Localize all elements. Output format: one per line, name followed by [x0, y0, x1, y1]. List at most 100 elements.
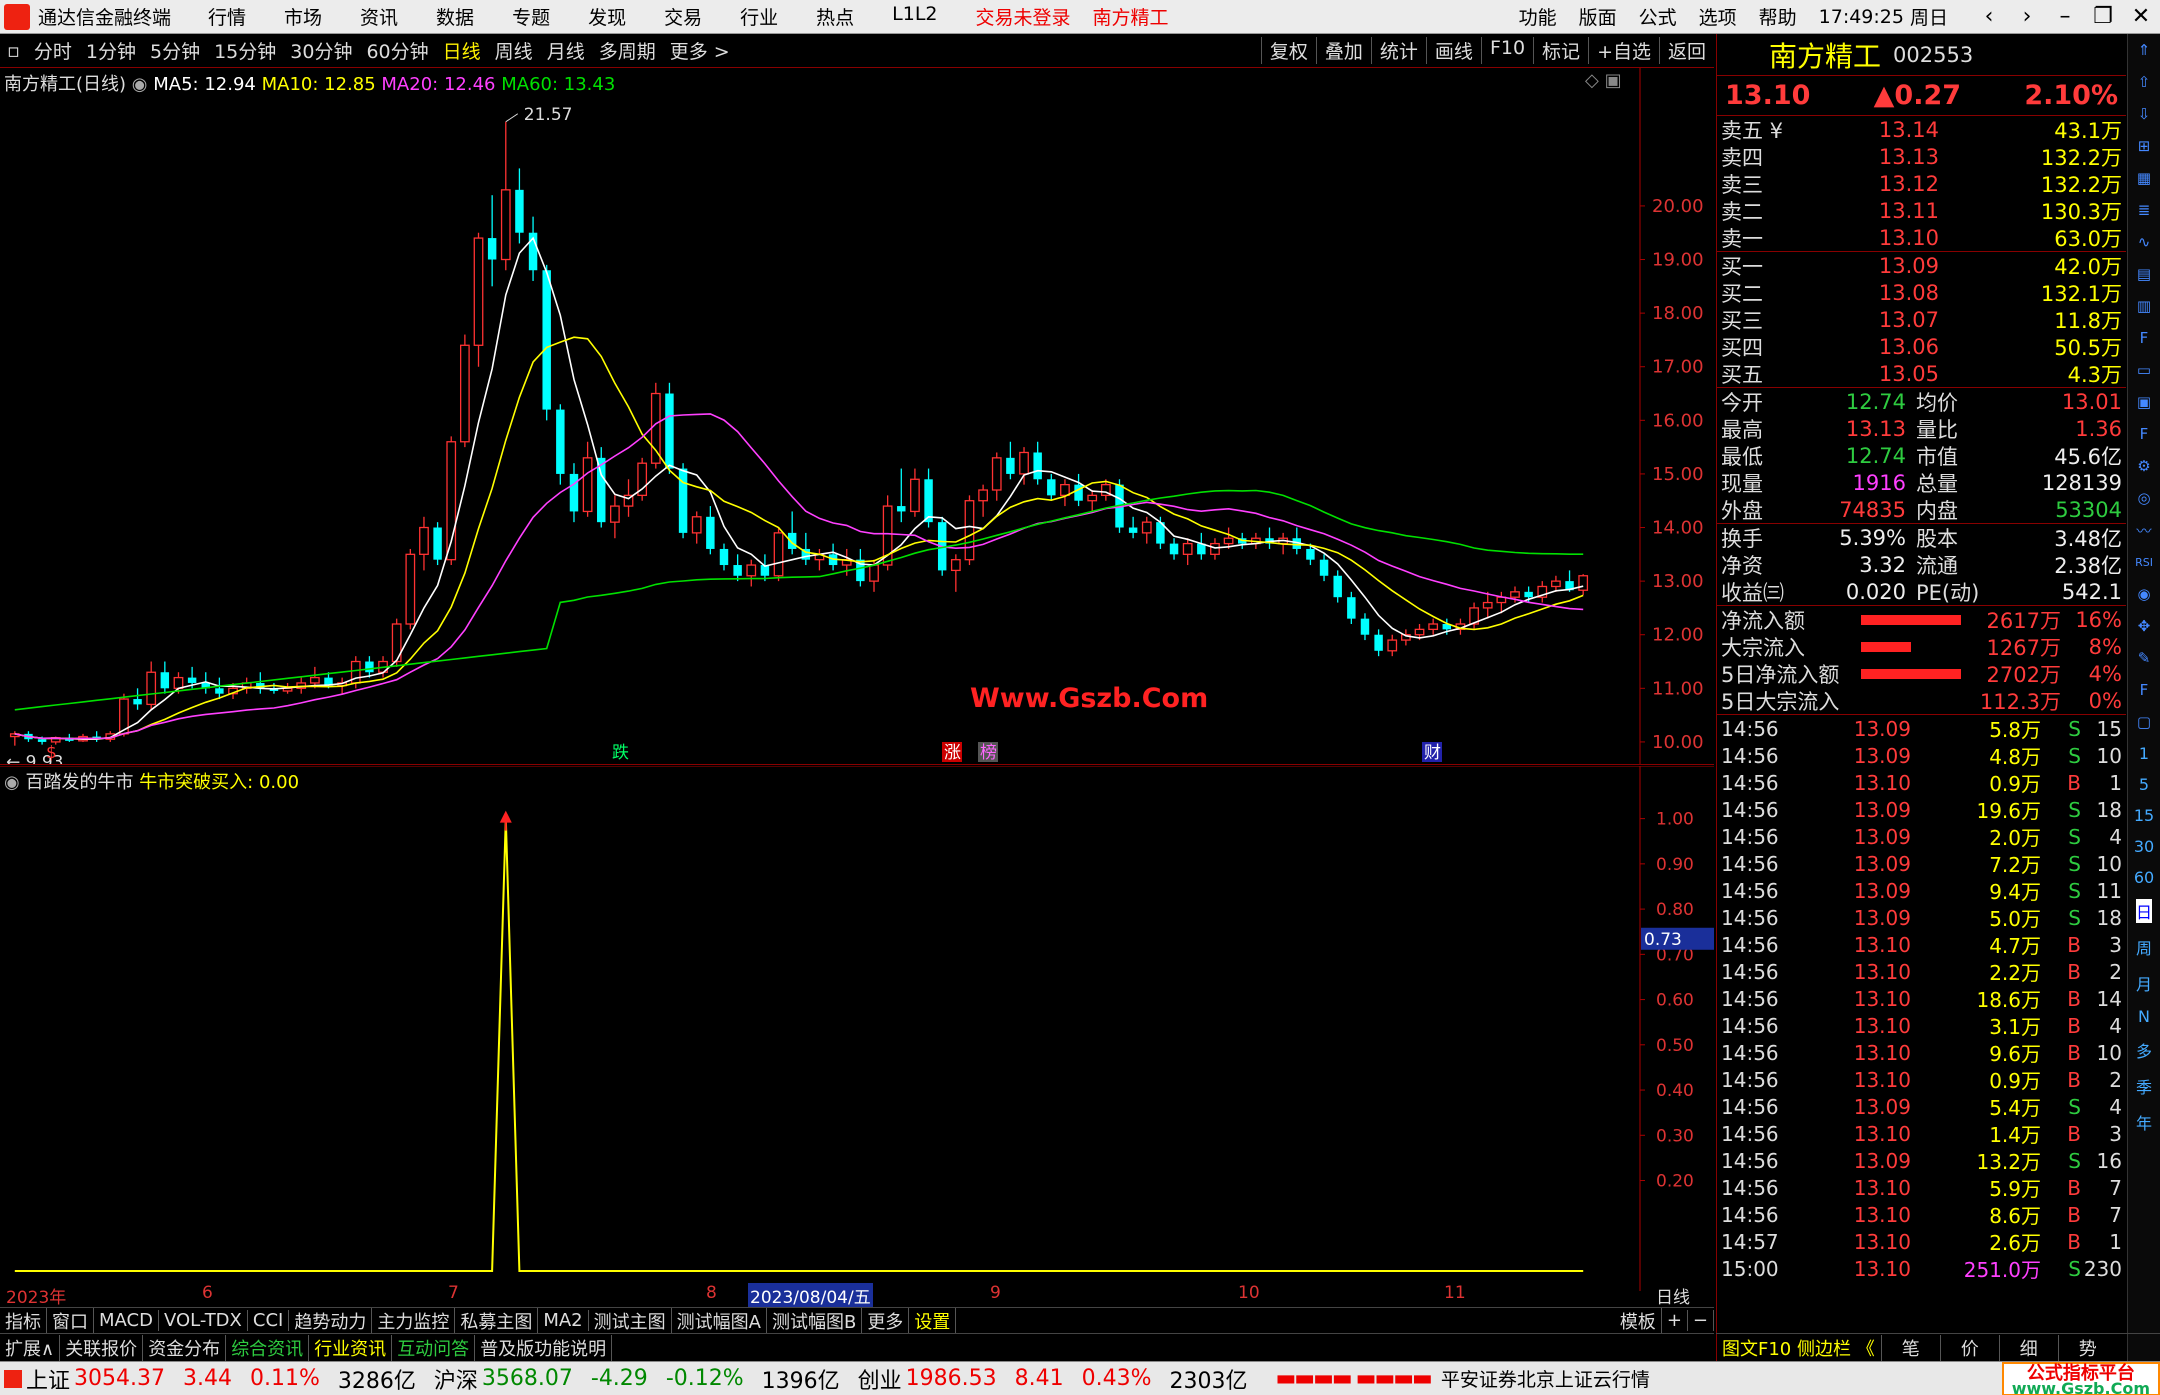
pen-icon[interactable]: ✎: [2132, 646, 2156, 670]
right-menu-item-1[interactable]: 版面: [1579, 3, 1617, 30]
quote-tab-0[interactable]: 笔: [1880, 1334, 1940, 1361]
tick-row[interactable]: 14:56 13.09 5.8万 S 15: [1717, 715, 2126, 743]
period-shortcut-2[interactable]: 15: [2134, 806, 2154, 825]
f5-icon[interactable]: F: [2132, 678, 2156, 702]
f10-sidebar-toggle[interactable]: 图文F10 侧边栏 《: [1716, 1335, 1881, 1361]
indicator-tab-1[interactable]: 窗口: [47, 1307, 94, 1334]
order-row[interactable]: 买一 13.09 42.0万: [1717, 252, 2126, 279]
menu-item-1[interactable]: 市场: [284, 3, 322, 30]
right-menu-item-0[interactable]: 功能: [1519, 3, 1557, 30]
menu-item-5[interactable]: 发现: [588, 3, 626, 30]
table-icon[interactable]: ▥: [2132, 294, 2156, 318]
order-row[interactable]: 卖二 13.11 130.3万: [1717, 197, 2126, 224]
indicator-tab-12[interactable]: 更多: [862, 1307, 910, 1334]
order-row[interactable]: 卖一 13.10 63.0万: [1717, 224, 2126, 251]
info-tab-2[interactable]: 资金分布: [143, 1334, 227, 1361]
tick-row[interactable]: 14:56 13.10 2.2万 B 2: [1717, 958, 2126, 986]
f10-icon[interactable]: F: [2132, 326, 2156, 350]
tick-row[interactable]: 14:56 13.10 3.1万 B 4: [1717, 1012, 2126, 1040]
indicator-tab-5[interactable]: 趋势动力: [289, 1307, 373, 1334]
period-shortcut-8[interactable]: N: [2138, 1007, 2150, 1026]
tool-icon[interactable]: ⚙: [2132, 454, 2156, 478]
chart-corner-icons[interactable]: ◇ ▣: [1585, 70, 1622, 91]
info-tab-3[interactable]: 综合资讯: [226, 1334, 310, 1361]
period-tab-6[interactable]: 日线: [436, 37, 488, 64]
tick-row[interactable]: 14:56 13.09 5.4万 S 4: [1717, 1093, 2126, 1121]
stack-icon[interactable]: ▤: [2132, 262, 2156, 286]
chart-tool-button-2[interactable]: 统计: [1370, 37, 1426, 64]
order-row[interactable]: 卖四 13.13 132.2万: [1717, 143, 2126, 170]
period-tab-9[interactable]: 多周期: [592, 37, 663, 64]
tick-row[interactable]: 14:56 13.09 4.8万 S 10: [1717, 742, 2126, 770]
period-shortcut-7[interactable]: 月: [2136, 971, 2152, 995]
quote-tab-3[interactable]: 势: [2057, 1334, 2117, 1361]
tick-row[interactable]: 15:00 13.10 251.0万 S 230: [1717, 1255, 2126, 1283]
period-tab-3[interactable]: 15分钟: [207, 37, 283, 64]
calendar-icon[interactable]: ▣: [2132, 390, 2156, 414]
period-tab-1[interactable]: 1分钟: [79, 37, 143, 64]
indicator-tab-7[interactable]: 私募主图: [455, 1307, 539, 1334]
info-tab-6[interactable]: 普及版功能说明: [475, 1334, 613, 1361]
right-menu-item-2[interactable]: 公式: [1639, 3, 1677, 30]
period-shortcut-9[interactable]: 多: [2136, 1038, 2152, 1062]
menu-item-3[interactable]: 数据: [436, 3, 474, 30]
indicator-tab-3[interactable]: VOL-TDX: [159, 1310, 248, 1331]
arrow-up-icon[interactable]: ⇑: [2132, 38, 2156, 62]
chart-tool-button-0[interactable]: 复权: [1260, 37, 1316, 64]
period-shortcut-3[interactable]: 30: [2134, 837, 2154, 856]
server-name[interactable]: 平安证券北京上证云行情: [1441, 1365, 1650, 1392]
indicator-tab-13[interactable]: 设置: [909, 1307, 957, 1334]
order-row[interactable]: 买四 13.06 50.5万: [1717, 333, 2126, 360]
restore-icon[interactable]: ❐: [2084, 4, 2122, 29]
template-tab-1[interactable]: +: [1662, 1310, 1688, 1331]
candlestick-chart[interactable]: 20.00 19.00 18.00 17.00 16.00 15.00 14.00 13.00…: [0, 68, 1714, 765]
trade-icon[interactable]: ⊞: [2132, 134, 2156, 158]
arrow-down-icon[interactable]: ⇩: [2132, 102, 2156, 126]
chart-tool-button-7[interactable]: 返回: [1658, 37, 1714, 64]
forward-icon[interactable]: ›: [2008, 4, 2046, 29]
info-tab-4[interactable]: 行业资讯: [309, 1334, 393, 1361]
f2-icon[interactable]: F: [2132, 422, 2156, 446]
tick-row[interactable]: 14:56 13.10 1.4万 B 3: [1717, 1120, 2126, 1148]
tick-row[interactable]: 14:56 13.10 9.6万 B 10: [1717, 1039, 2126, 1067]
order-row[interactable]: 买三 13.07 11.8万: [1717, 306, 2126, 333]
menu-item-8[interactable]: 热点: [816, 3, 854, 30]
menu-item-9[interactable]: L1L2: [892, 3, 937, 30]
line-icon[interactable]: 〰: [2132, 518, 2156, 542]
info-tab-5[interactable]: 互动问答: [392, 1334, 476, 1361]
indicator-tab-9[interactable]: 测试主图: [589, 1307, 672, 1334]
chart-tool-button-1[interactable]: 叠加: [1315, 37, 1371, 64]
order-row[interactable]: 卖五 ¥ 13.14 43.1万: [1717, 116, 2126, 143]
period-shortcut-5[interactable]: 日: [2135, 899, 2152, 923]
tick-row[interactable]: 14:56 13.10 5.9万 B 7: [1717, 1174, 2126, 1202]
info-tab-0[interactable]: 扩展∧: [0, 1334, 61, 1361]
indicator-tab-2[interactable]: MACD: [94, 1310, 159, 1331]
rsi-icon[interactable]: RSI: [2132, 550, 2156, 574]
back-icon[interactable]: ‹: [1970, 4, 2008, 29]
close-icon[interactable]: ✕: [2122, 4, 2160, 29]
chart-tool-button-4[interactable]: F10: [1480, 37, 1533, 64]
period-shortcut-4[interactable]: 60: [2134, 868, 2154, 887]
quote-tab-2[interactable]: 细: [1998, 1334, 2058, 1361]
toggle-panel-icon[interactable]: ▫: [0, 40, 27, 62]
doc-icon[interactable]: ▭: [2132, 358, 2156, 382]
tick-row[interactable]: 14:56 13.10 18.6万 B 14: [1717, 985, 2126, 1013]
tick-row[interactable]: 14:56 13.09 19.6万 S 18: [1717, 796, 2126, 824]
period-tab-10[interactable]: 更多 >: [663, 37, 737, 64]
list-icon[interactable]: ≣: [2132, 198, 2156, 222]
chart-tool-button-6[interactable]: +自选: [1588, 37, 1659, 64]
indicator-tab-8[interactable]: MA2: [538, 1310, 589, 1331]
tick-row[interactable]: 14:56 13.09 7.2万 S 10: [1717, 850, 2126, 878]
grid-icon[interactable]: ▦: [2132, 166, 2156, 190]
right-menu-item-3[interactable]: 选项: [1699, 3, 1737, 30]
tick-row[interactable]: 14:56 13.10 4.7万 B 3: [1717, 931, 2126, 959]
period-tab-7[interactable]: 周线: [488, 37, 540, 64]
period-tab-8[interactable]: 月线: [540, 37, 592, 64]
info-tab-1[interactable]: 关联报价: [60, 1334, 144, 1361]
period-tab-5[interactable]: 60分钟: [359, 37, 435, 64]
period-shortcut-11[interactable]: 年: [2136, 1110, 2152, 1134]
template-tab-0[interactable]: 模板: [1615, 1307, 1662, 1334]
tick-row[interactable]: 14:56 13.10 0.9万 B 2: [1717, 1066, 2126, 1094]
period-shortcut-1[interactable]: 5: [2139, 775, 2149, 794]
tick-row[interactable]: 14:56 13.09 2.0万 S 4: [1717, 823, 2126, 851]
